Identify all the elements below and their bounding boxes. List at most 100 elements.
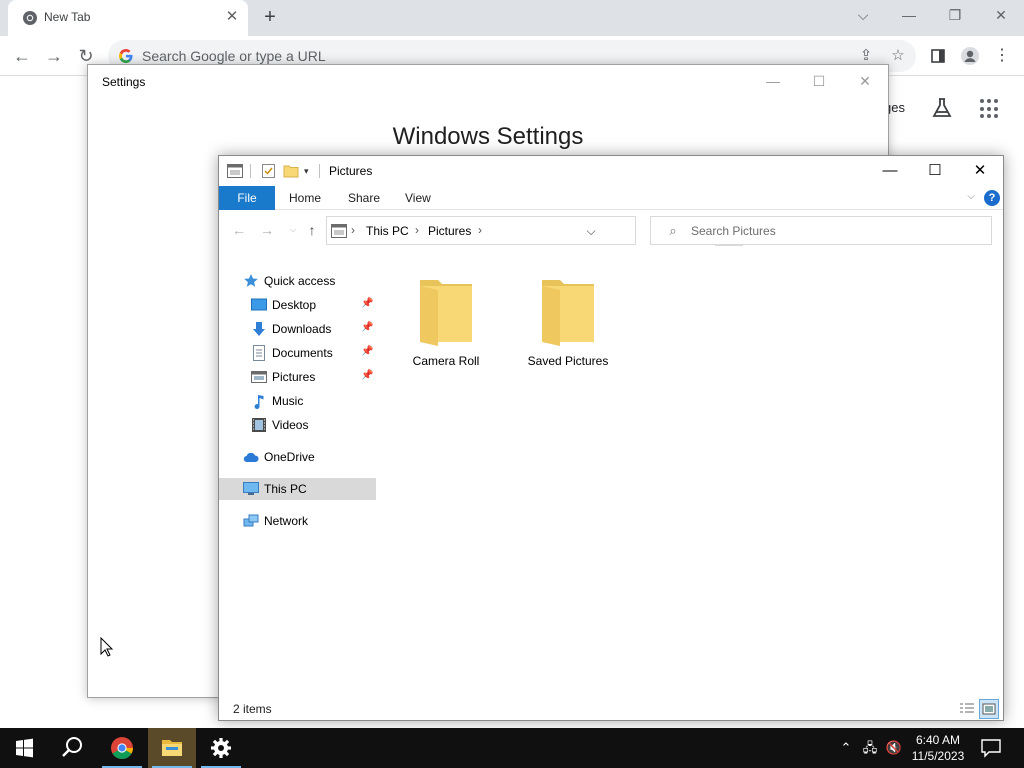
- item-count: 2 items: [233, 702, 272, 716]
- folder-item[interactable]: Saved Pictures: [518, 270, 618, 374]
- settings-heading: Windows Settings: [392, 123, 584, 150]
- tab-title: New Tab: [44, 10, 91, 24]
- chrome-favicon-icon: [23, 11, 37, 25]
- ribbon-tab-share[interactable]: Share: [348, 186, 380, 210]
- expand-ribbon-chevron-icon[interactable]: ⌵: [964, 190, 978, 204]
- explorer-close-button[interactable]: ✕: [957, 156, 1003, 186]
- details-view-icon[interactable]: [957, 699, 977, 719]
- nav-documents[interactable]: Documents 📌: [219, 342, 376, 364]
- ribbon-tabs: File Home Share View ⌵ ?: [219, 186, 1003, 210]
- bookmark-star-icon[interactable]: ☆: [888, 46, 908, 66]
- mouse-cursor-icon: [100, 637, 114, 657]
- quick-access-separator-2: [319, 164, 320, 178]
- taskbar-clock[interactable]: 6:40 AM 11/5/2023: [906, 732, 970, 764]
- network-icon: [243, 514, 259, 527]
- nav-pictures[interactable]: Pictures 📌: [219, 366, 376, 388]
- customize-toolbar-chevron-icon[interactable]: ▾: [304, 164, 320, 178]
- file-explorer-window: ▾ Pictures — ☐ ✕ File Home Share View ⌵ …: [218, 155, 1004, 721]
- address-bar[interactable]: › This PC › Pictures › ⌵ ↻: [326, 216, 743, 246]
- recent-locations-chevron-icon[interactable]: ⌵: [283, 220, 303, 240]
- tab-new-tab[interactable]: New Tab ✕: [8, 0, 248, 36]
- downloads-arrow-icon: [253, 322, 265, 336]
- tab-strip: New Tab ✕ + ⌵ — ❐ ✕: [0, 0, 1024, 36]
- start-button[interactable]: [0, 728, 48, 768]
- explorer-back-icon[interactable]: ←: [229, 220, 249, 240]
- nav-quick-access[interactable]: Quick access: [219, 270, 376, 292]
- ribbon-tab-view[interactable]: View: [405, 186, 431, 210]
- folder-item[interactable]: Camera Roll: [396, 270, 496, 374]
- address-dropdown-chevron-icon[interactable]: ⌵: [583, 223, 599, 239]
- volume-muted-icon[interactable]: 🔇: [884, 738, 904, 758]
- search-pictures-input[interactable]: ⌕ Search Pictures: [650, 216, 992, 245]
- tab-close-icon[interactable]: ✕: [224, 9, 240, 25]
- search-icon: ⌕: [669, 223, 677, 238]
- windows-logo-icon: [16, 738, 33, 758]
- clock-time: 6:40 AM: [915, 733, 961, 747]
- navigation-pane: Quick access Desktop 📌 Downloads 📌 Docum…: [219, 260, 379, 690]
- settings-minimize-button[interactable]: —: [758, 71, 788, 91]
- taskbar: ⌃ 🖧 🔇 6:40 AM 11/5/2023: [0, 728, 1024, 768]
- labs-flask-icon[interactable]: [930, 96, 954, 120]
- explorer-forward-icon[interactable]: →: [257, 220, 277, 240]
- chrome-logo-icon: [111, 737, 133, 759]
- google-apps-icon[interactable]: [980, 99, 1000, 119]
- nav-downloads[interactable]: Downloads 📌: [219, 318, 376, 340]
- nav-label: Network: [264, 514, 309, 528]
- breadcrumb-pictures[interactable]: Pictures: [428, 224, 471, 238]
- settings-gear-icon: [211, 738, 231, 758]
- this-pc-monitor-icon: [243, 482, 259, 495]
- pin-icon: 📌: [361, 370, 374, 381]
- large-icons-view-icon[interactable]: [979, 699, 999, 719]
- nav-onedrive[interactable]: OneDrive: [219, 446, 376, 468]
- google-g-icon: [119, 49, 133, 63]
- nav-label: Videos: [272, 418, 309, 432]
- taskbar-chrome[interactable]: [98, 728, 146, 768]
- taskbar-file-explorer[interactable]: [148, 728, 196, 768]
- folder-label: Camera Roll: [412, 354, 480, 368]
- search-magnifier-icon: [62, 737, 82, 757]
- profile-avatar-icon[interactable]: [958, 44, 982, 68]
- side-panel-icon[interactable]: [926, 44, 950, 68]
- share-icon[interactable]: ⇪: [856, 46, 876, 66]
- forward-arrow-icon[interactable]: →: [42, 44, 66, 68]
- explorer-window-icon[interactable]: [227, 164, 243, 178]
- network-status-icon[interactable]: 🖧: [860, 738, 880, 758]
- explorer-minimize-button[interactable]: —: [867, 156, 913, 186]
- nav-label: Music: [272, 394, 304, 408]
- nav-desktop[interactable]: Desktop 📌: [219, 294, 376, 316]
- chrome-menu-icon[interactable]: ⋮: [990, 44, 1014, 68]
- address-location-icon: [331, 224, 347, 238]
- breadcrumb-this-pc[interactable]: This PC: [366, 224, 409, 238]
- chrome-minimize-button[interactable]: —: [895, 4, 923, 26]
- properties-checkmark-icon[interactable]: [261, 164, 277, 178]
- breadcrumb-separator-icon[interactable]: ›: [351, 223, 355, 237]
- taskbar-settings[interactable]: [197, 728, 245, 768]
- breadcrumb-separator-icon[interactable]: ›: [478, 223, 482, 237]
- breadcrumb-separator-icon[interactable]: ›: [415, 223, 419, 237]
- back-arrow-icon[interactable]: ←: [10, 44, 34, 68]
- new-folder-icon[interactable]: [283, 164, 299, 178]
- nav-network[interactable]: Network: [219, 510, 376, 532]
- chrome-close-button[interactable]: ✕: [987, 4, 1015, 26]
- pin-icon: 📌: [361, 346, 374, 357]
- ribbon-file-tab[interactable]: File: [219, 186, 275, 210]
- status-bar: 2 items: [219, 698, 1003, 720]
- folder-icon: [542, 280, 594, 346]
- show-hidden-icons-chevron-icon[interactable]: ⌃: [836, 738, 856, 758]
- settings-maximize-button[interactable]: ☐: [804, 71, 834, 91]
- chrome-restore-button[interactable]: ❐: [941, 4, 969, 26]
- settings-close-button[interactable]: ✕: [850, 71, 880, 91]
- help-icon[interactable]: ?: [984, 190, 1000, 206]
- nav-this-pc[interactable]: This PC: [219, 478, 376, 500]
- ribbon-tab-home[interactable]: Home: [289, 186, 321, 210]
- up-arrow-icon[interactable]: ↑: [302, 220, 322, 240]
- nav-videos[interactable]: Videos: [219, 414, 376, 436]
- action-center-notification-icon[interactable]: [980, 738, 1002, 758]
- new-tab-button[interactable]: +: [259, 6, 281, 28]
- nav-music[interactable]: Music: [219, 390, 376, 412]
- pictures-icon: [251, 371, 267, 383]
- taskbar-search-button[interactable]: [48, 728, 96, 768]
- explorer-maximize-button[interactable]: ☐: [912, 156, 958, 186]
- tab-search-chevron-icon[interactable]: ⌵: [849, 4, 877, 26]
- nav-label: Documents: [272, 346, 333, 360]
